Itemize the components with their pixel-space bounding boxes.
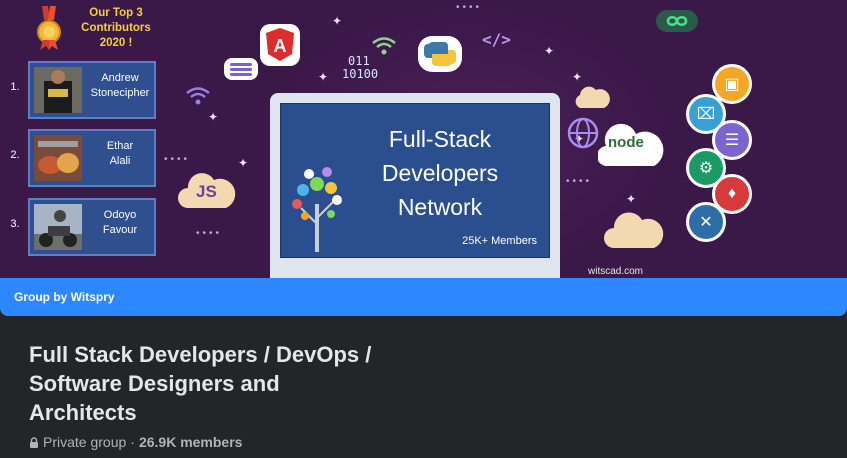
contributor-row: 3. Odoyo Favour [8,198,158,256]
python-icon [418,36,462,72]
sparkle-icon: ✦ [626,192,637,206]
contributors-heading: Our Top 3 Contributors 2020 ! [46,6,186,51]
contributor-photo [34,135,82,181]
contributor-row: 2. Ethar Alali [8,129,158,187]
contributors-heading-line: Our Top 3 [89,7,143,19]
contributor-photo [34,67,82,113]
screen-title-line: Network [397,194,483,220]
screen-members-count: 25K+ Members [462,235,537,247]
contributor-name-line: Stonecipher [90,87,150,99]
group-title-line: Software Designers and [29,371,280,396]
group-title-line: Full Stack Developers / DevOps / [29,342,372,367]
dots-decoration: •••• [164,154,191,165]
cloud-icon [575,86,610,108]
contributor-card: Ethar Alali [28,129,156,187]
sparkle-icon: ✦ [332,14,343,28]
monitor-illustration: Full-Stack Developers Network 25K+ Membe… [270,93,560,278]
wifi-icon [186,87,210,105]
privacy-label[interactable]: Private group [43,434,126,450]
cloud-icon [604,212,664,248]
sparkle-icon: ✦ [238,156,249,170]
contributor-name-line: Ethar [106,140,134,152]
code-tag-icon: </> [482,30,511,49]
screen-title: Full-Stack Developers Network [329,122,551,224]
monitor-screen: Full-Stack Developers Network 25K+ Membe… [280,103,550,258]
contributor-card: Odoyo Favour [28,198,156,256]
js-label: JS [196,182,217,201]
group-cover-photo[interactable]: Our Top 3 Contributors 2020 ! 1. Andrew … [0,0,847,278]
watermark-text: witscad.com [588,266,644,277]
group-owner-bar[interactable]: Group by Witspry [0,278,847,316]
contributor-rank: 1. [10,81,20,93]
binary-text: 011 10100 [342,55,378,81]
screen-title-line: Full-Stack [388,126,492,152]
devops-infinity-icon [656,10,698,32]
group-title-line: Architects [29,400,137,425]
members-count[interactable]: 26.9K members [139,434,243,450]
contributor-name-line: Andrew [101,72,139,84]
angular-icon: A [260,24,300,66]
meta-separator: · [130,434,135,450]
contributor-card: Andrew Stonecipher [28,61,156,119]
node-label: node [608,134,644,151]
sparkle-icon: ✦ [208,110,219,124]
contributor-photo [34,204,82,250]
sparkle-icon: ✦ [318,70,329,84]
contributors-heading-line: Contributors [81,22,151,34]
dots-decoration: •••• [196,228,223,239]
dots-decoration: •••• [456,2,483,13]
svg-text:A: A [274,36,287,56]
contributor-name-line: Favour [102,224,138,236]
database-icon [224,58,258,80]
contributor-name-line: Odoyo [103,209,137,221]
globe-icon [567,117,599,149]
tools-icon: ✕ [686,202,726,242]
binary-line: 10100 [342,67,379,81]
group-owner-label[interactable]: Group by Witspry [14,290,115,304]
dots-decoration: •••• [566,176,593,187]
screen-title-line: Developers [381,160,499,186]
wifi-icon [372,37,396,55]
contributor-rank: 3. [10,218,20,230]
sparkle-icon: ✦ [544,44,555,58]
contributor-name: Odoyo Favour [84,208,156,238]
contributor-name: Andrew Stonecipher [84,71,156,101]
group-title[interactable]: Full Stack Developers / DevOps / Softwar… [29,340,479,427]
group-meta: Private group · 26.9K members [29,434,242,450]
contributors-heading-line: 2020 ! [99,37,133,49]
contributor-name: Ethar Alali [84,139,156,169]
lock-icon [30,436,38,448]
contributor-name-line: Alali [109,155,131,167]
contributor-row: 1. Andrew Stonecipher [8,61,158,119]
sparkle-icon: ✦ [572,70,583,84]
contributor-rank: 2. [10,149,20,161]
